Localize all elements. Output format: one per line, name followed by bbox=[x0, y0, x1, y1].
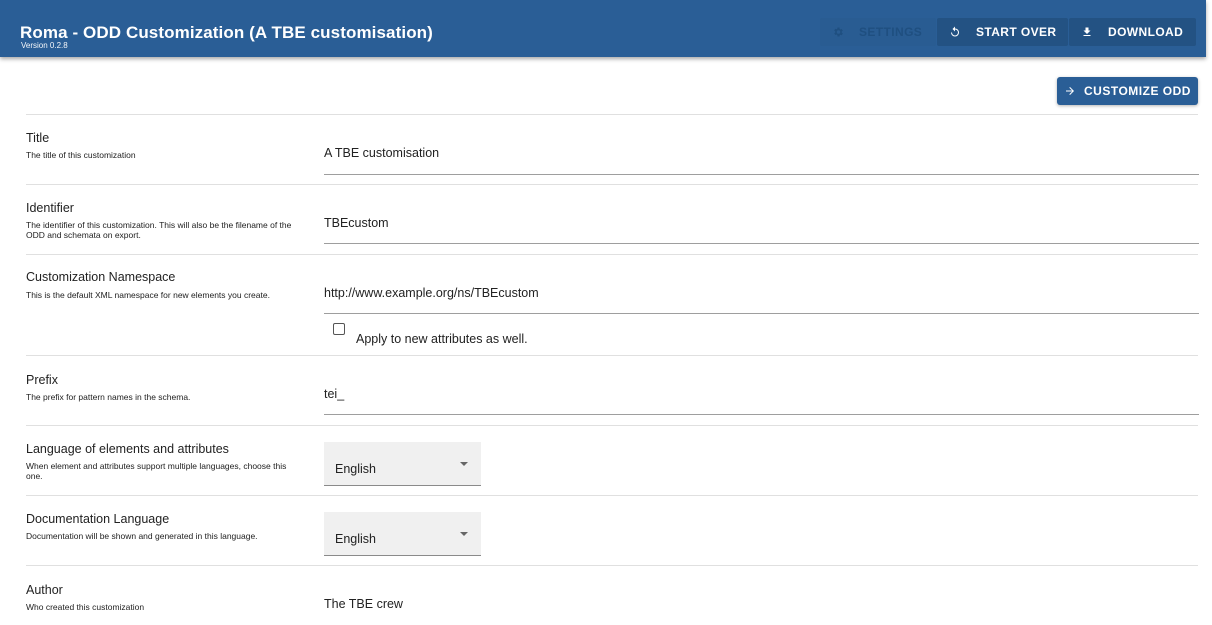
divider bbox=[26, 114, 1198, 115]
identifier-input[interactable]: TBEcustom bbox=[324, 216, 389, 230]
download-button[interactable]: DOWNLOAD bbox=[1069, 18, 1196, 46]
divider bbox=[26, 425, 1198, 426]
apply-attributes-checkbox[interactable] bbox=[333, 323, 345, 335]
gear-icon bbox=[831, 25, 845, 39]
divider bbox=[26, 184, 1198, 185]
author-help: Who created this customization bbox=[26, 602, 145, 612]
app-version: Version 0.2.8 bbox=[21, 41, 68, 50]
divider bbox=[26, 254, 1198, 255]
restart-icon bbox=[948, 25, 962, 39]
language-label: Language of elements and attributes bbox=[26, 442, 229, 456]
download-icon bbox=[1080, 25, 1094, 39]
prefix-help: The prefix for pattern names in the sche… bbox=[26, 392, 191, 402]
title-input-underline bbox=[324, 174, 1199, 175]
settings-button[interactable]: SETTINGS bbox=[820, 18, 936, 46]
title-label: Title bbox=[26, 131, 50, 145]
app-header: Roma - ODD Customization (A TBE customis… bbox=[0, 0, 1206, 57]
language-select[interactable]: English bbox=[324, 442, 481, 486]
identifier-help: The identifier of this customization. Th… bbox=[26, 220, 292, 240]
doc-language-select[interactable]: English bbox=[324, 512, 481, 556]
customize-odd-button[interactable]: CUSTOMIZE ODD bbox=[1057, 77, 1198, 105]
prefix-input[interactable]: tei_ bbox=[324, 387, 344, 401]
dropdown-arrow-icon bbox=[460, 462, 468, 466]
language-help: When element and attributes support mult… bbox=[26, 461, 287, 481]
customize-odd-label: CUSTOMIZE ODD bbox=[1084, 84, 1191, 98]
divider bbox=[26, 565, 1198, 566]
settings-label: SETTINGS bbox=[859, 25, 923, 39]
apply-attributes-label[interactable]: Apply to new attributes as well. bbox=[356, 332, 528, 346]
namespace-label: Customization Namespace bbox=[26, 270, 176, 284]
start-over-label: START OVER bbox=[976, 25, 1057, 39]
author-input[interactable]: The TBE crew bbox=[324, 597, 403, 611]
title-help: The title of this customization bbox=[26, 150, 136, 160]
prefix-input-underline bbox=[324, 414, 1199, 415]
namespace-input[interactable]: http://www.example.org/ns/TBEcustom bbox=[324, 286, 539, 300]
doc-language-select-value: English bbox=[335, 532, 376, 546]
start-over-button[interactable]: START OVER bbox=[937, 18, 1068, 46]
divider bbox=[26, 495, 1198, 496]
language-select-value: English bbox=[335, 462, 376, 476]
identifier-input-underline bbox=[324, 243, 1199, 244]
arrow-right-icon bbox=[1064, 85, 1076, 97]
identifier-label: Identifier bbox=[26, 201, 74, 215]
doc-language-help: Documentation will be shown and generate… bbox=[26, 531, 258, 541]
namespace-help: This is the default XML namespace for ne… bbox=[26, 290, 270, 300]
dropdown-arrow-icon bbox=[460, 532, 468, 536]
divider bbox=[26, 355, 1198, 356]
prefix-label: Prefix bbox=[26, 373, 58, 387]
title-input[interactable]: A TBE customisation bbox=[324, 146, 439, 160]
author-label: Author bbox=[26, 583, 63, 597]
doc-language-label: Documentation Language bbox=[26, 512, 170, 526]
app-title: Roma - ODD Customization (A TBE customis… bbox=[20, 23, 433, 42]
download-label: DOWNLOAD bbox=[1108, 25, 1184, 39]
namespace-input-underline bbox=[324, 313, 1199, 314]
